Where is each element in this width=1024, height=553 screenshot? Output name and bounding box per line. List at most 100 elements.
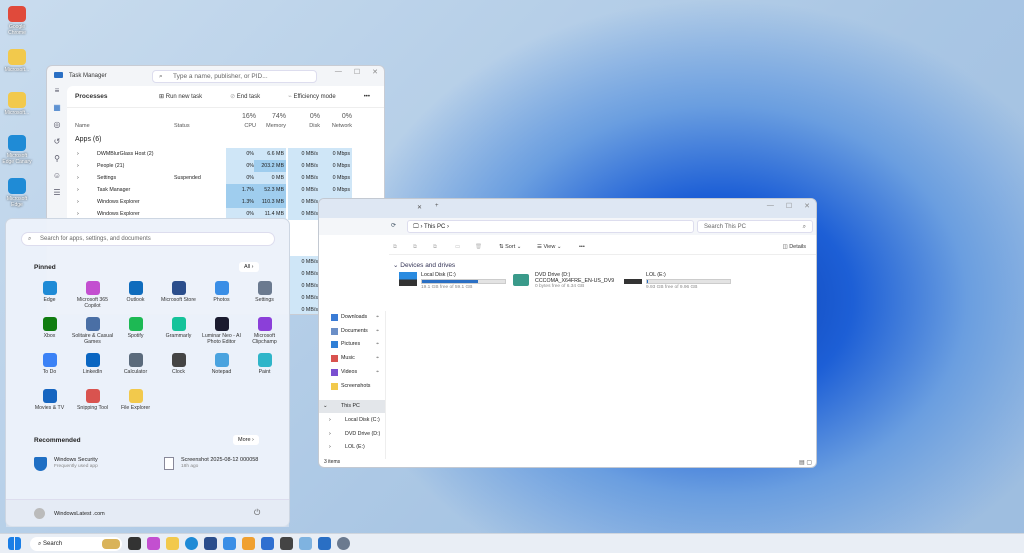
taskbar-search[interactable]: ⌕ Search <box>30 537 122 551</box>
pinned-app[interactable]: Luminar Neo - AI Photo Editor <box>200 317 243 347</box>
task-manager-icon[interactable] <box>318 537 331 550</box>
delete-icon[interactable]: 🗑 <box>475 239 482 255</box>
app-icon[interactable] <box>280 537 293 550</box>
search-input[interactable]: ⌕Type a name, publisher, or PID... <box>152 70 317 83</box>
view-button[interactable]: ☰ View ⌄ <box>537 239 561 255</box>
pinned-app[interactable]: Microsoft Clipchamp <box>243 317 286 347</box>
pinned-app[interactable]: Notepad <box>200 353 243 383</box>
app-icon[interactable] <box>299 537 312 550</box>
search-input[interactable]: Search This PC⌕ <box>697 220 813 233</box>
pinned-app[interactable]: Movies & TV <box>28 389 71 419</box>
pinned-app[interactable]: Settings <box>243 281 286 311</box>
pinned-app[interactable]: Microsoft 365 Copilot <box>71 281 114 311</box>
details-view-icon[interactable]: ▤ <box>799 460 805 466</box>
sort-button[interactable]: ⇅ Sort ⌄ <box>499 239 521 255</box>
store-icon[interactable] <box>204 537 217 550</box>
power-icon[interactable]: ⏻ <box>254 508 260 518</box>
nav-drive[interactable]: ›LOL (E:) <box>319 441 385 454</box>
edge-icon[interactable] <box>185 537 198 550</box>
history-icon[interactable]: ↺ <box>47 137 67 154</box>
drive-d[interactable]: DVD Drive (D:)CCCOMA_X64FRE_EN-US_DV90 b… <box>513 272 630 289</box>
maximize-button[interactable]: ☐ <box>354 68 360 76</box>
end-task-button[interactable]: ⊘ End task <box>230 93 274 100</box>
start-search-input[interactable]: ⌕Search for apps, settings, and document… <box>21 232 275 246</box>
rec-windows-security[interactable]: Windows SecurityFrequently used app <box>34 455 144 473</box>
nav-item[interactable]: Downloads⌖ <box>319 311 385 324</box>
user-name[interactable]: WindowsLatest .com <box>54 511 105 517</box>
refresh-icon[interactable]: ⟳ <box>391 222 396 229</box>
tiles-view-icon[interactable]: ▢ <box>806 460 812 466</box>
chevron-down-icon[interactable]: ⌄ <box>323 400 327 413</box>
process-row[interactable]: Settings›Suspended0%0 MB0 MB/s0 Mbps <box>67 172 384 184</box>
process-row[interactable]: People (21)›0%203.2 MB0 MB/s0 Mbps <box>67 160 384 172</box>
expand-chevron-icon[interactable]: › <box>77 172 79 184</box>
expand-chevron-icon[interactable]: › <box>77 148 79 160</box>
address-bar[interactable]: 🖵 › This PC › <box>407 220 694 233</box>
pinned-app[interactable]: Photos <box>200 281 243 311</box>
cut-icon[interactable]: ⧉ <box>393 239 397 255</box>
efficiency-mode-button[interactable]: ⌁ Efficiency mode <box>288 93 350 100</box>
process-row[interactable]: Task Manager›1.7%52.3 MB0 MB/s0 Mbps <box>67 184 384 196</box>
nav-this-pc[interactable]: ⌄This PC <box>319 400 385 413</box>
nav-drive[interactable]: ›DVD Drive (D:) <box>319 428 385 441</box>
more-button[interactable]: More › <box>233 435 259 445</box>
more-button[interactable]: ••• <box>579 239 585 255</box>
pinned-app[interactable]: Clock <box>157 353 200 383</box>
details-button[interactable]: ◫ Details <box>782 239 806 255</box>
nav-drive[interactable]: ›Local Disk (C:) <box>319 414 385 427</box>
pinned-app[interactable]: Outlook <box>114 281 157 311</box>
close-button[interactable]: ✕ <box>804 202 810 210</box>
app-icon[interactable] <box>223 537 236 550</box>
rec-screenshot[interactable]: Screenshot 2025-08-12 00005818h ago <box>164 455 284 473</box>
more-button[interactable]: ••• <box>364 94 370 100</box>
col-disk[interactable]: Disk <box>309 123 320 129</box>
task-view-icon[interactable] <box>128 537 141 550</box>
pinned-app[interactable]: To Do <box>28 353 71 383</box>
col-memory[interactable]: Memory <box>266 123 286 129</box>
details-icon[interactable]: ☰ <box>47 188 67 205</box>
close-tab-icon[interactable]: ✕ <box>417 204 422 211</box>
pinned-app[interactable]: LinkedIn <box>71 353 114 383</box>
processes-icon[interactable]: ▦ <box>47 103 67 120</box>
chevron-right-icon[interactable]: › <box>329 414 331 427</box>
app-icon[interactable] <box>242 537 255 550</box>
new-tab-button[interactable]: + <box>435 203 439 209</box>
close-button[interactable]: ✕ <box>372 68 378 76</box>
avatar[interactable] <box>34 508 45 519</box>
startup-icon[interactable]: ⚲ <box>47 154 67 171</box>
pinned-app[interactable]: Xbox <box>28 317 71 347</box>
pinned-app[interactable]: Microsoft Store <box>157 281 200 311</box>
section-header[interactable]: ⌄ Devices and drives <box>393 261 455 269</box>
nav-item[interactable]: Documents⌖ <box>319 325 385 338</box>
breadcrumb[interactable]: This PC <box>424 224 445 230</box>
pinned-app[interactable]: Spotify <box>114 317 157 347</box>
col-cpu[interactable]: CPU <box>244 123 256 129</box>
paste-icon[interactable]: ⧉ <box>433 239 437 255</box>
pinned-app[interactable]: Calculator <box>114 353 157 383</box>
pinned-app[interactable]: Snipping Tool <box>71 389 114 419</box>
menu-icon[interactable]: ≡ <box>47 86 67 103</box>
drive-c[interactable]: Local Disk (C:)19.1 GB free of 59.1 GB <box>399 272 506 290</box>
copy-icon[interactable]: ⧉ <box>413 239 417 255</box>
col-name[interactable]: Name <box>75 123 90 129</box>
nav-item[interactable]: Screenshots <box>319 380 385 393</box>
expand-chevron-icon[interactable]: › <box>77 184 79 196</box>
expand-chevron-icon[interactable]: › <box>77 160 79 172</box>
desktop-icon[interactable]: Microsoft... <box>2 92 32 116</box>
pinned-app[interactable]: Edge <box>28 281 71 311</box>
run-new-task-button[interactable]: ⊞ Run new task <box>159 93 216 100</box>
desktop-icon[interactable]: Microsoft Edge Canary <box>2 135 32 165</box>
users-icon[interactable]: ☺ <box>47 171 67 188</box>
nav-item[interactable]: Music⌖ <box>319 352 385 365</box>
col-status[interactable]: Status <box>174 123 190 129</box>
app-icon[interactable] <box>261 537 274 550</box>
file-explorer-icon[interactable] <box>166 537 179 550</box>
desktop-icon[interactable]: Microsoft Edge <box>2 178 32 208</box>
chevron-right-icon[interactable]: › <box>329 428 331 441</box>
all-apps-button[interactable]: All › <box>239 262 259 272</box>
pinned-app[interactable]: Solitaire & Casual Games <box>71 317 114 347</box>
pinned-app[interactable]: Paint <box>243 353 286 383</box>
desktop-icon[interactable]: Google Chrome <box>2 6 32 36</box>
expand-chevron-icon[interactable]: › <box>77 196 79 208</box>
desktop-icon[interactable]: Microsoft... <box>2 49 32 73</box>
